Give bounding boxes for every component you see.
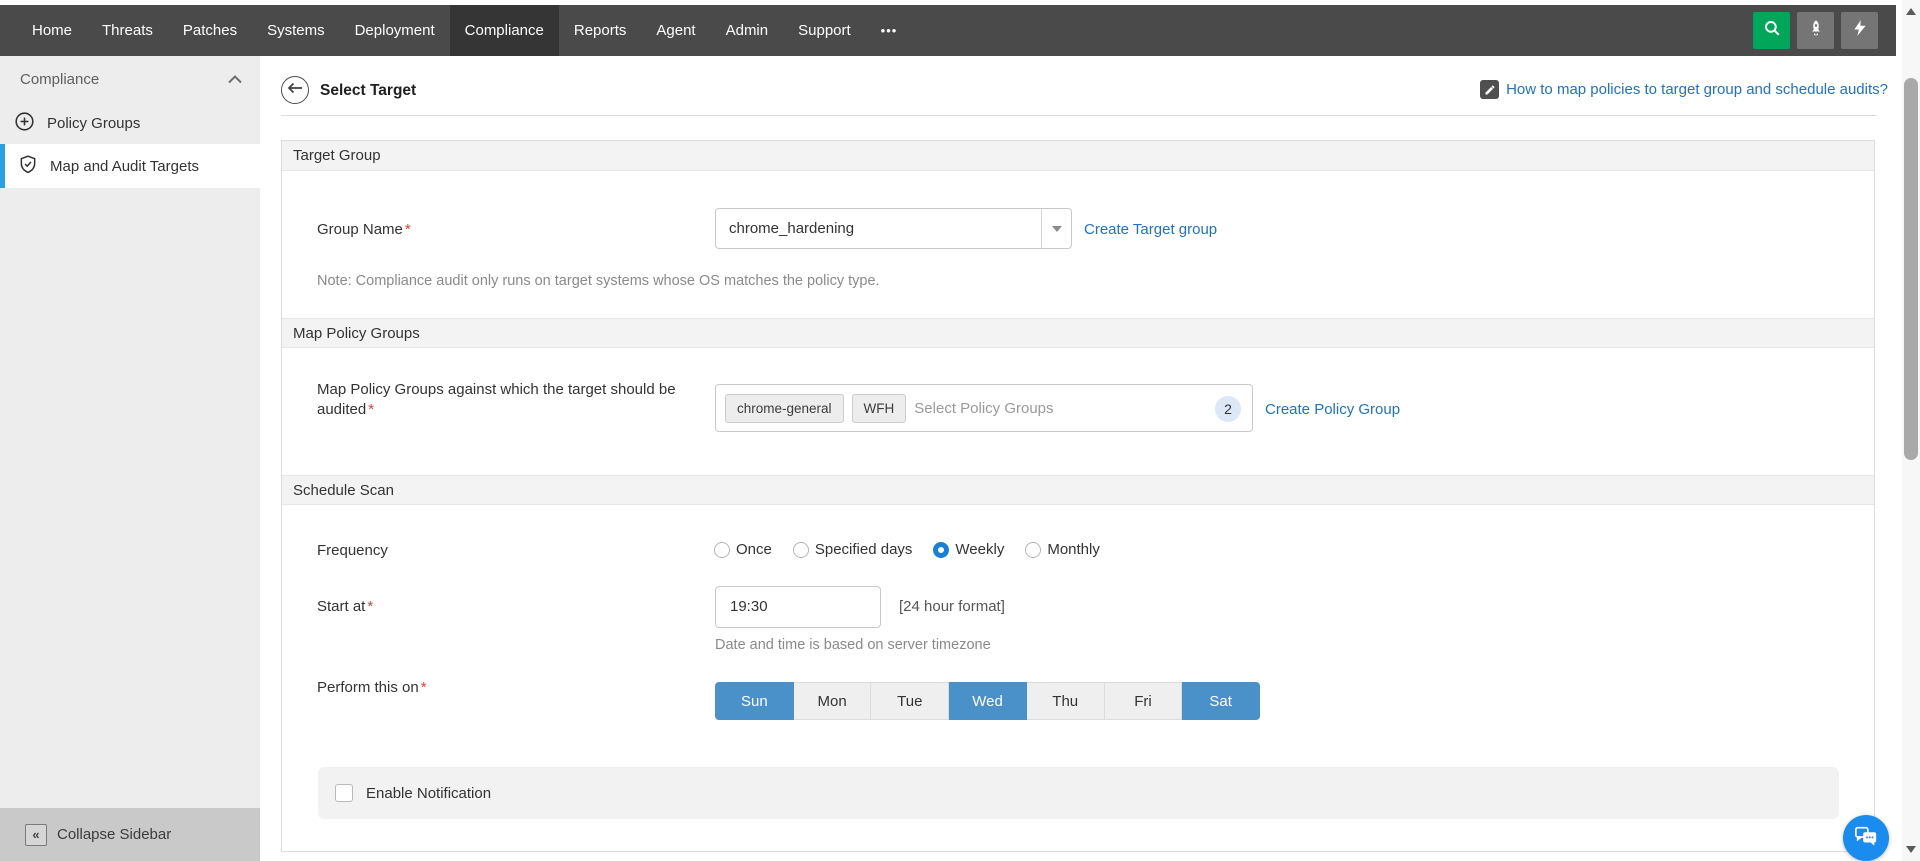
weekday-button-group: Sun Mon Tue Wed Thu Fri Sat xyxy=(715,682,1260,720)
radio-weekly[interactable]: Weekly xyxy=(933,541,1004,558)
enable-notification-label[interactable]: Enable Notification xyxy=(366,785,491,802)
sidebar-header-label: Compliance xyxy=(20,71,99,88)
lightning-icon xyxy=(1851,19,1869,42)
shield-check-icon xyxy=(18,154,38,179)
scroll-down-arrow-icon[interactable] xyxy=(1906,846,1916,853)
radio-circle-icon xyxy=(1025,542,1041,558)
chat-button[interactable] xyxy=(1843,815,1889,861)
perform-this-on-label: Perform this on* xyxy=(317,679,427,696)
nav-item-threats[interactable]: Threats xyxy=(87,5,168,56)
rocket-icon xyxy=(1807,19,1825,42)
sidebar-item-policy-groups[interactable]: Policy Groups xyxy=(0,102,260,144)
timezone-note: Date and time is based on server timezon… xyxy=(715,637,991,653)
day-button-tue[interactable]: Tue xyxy=(871,682,949,720)
radio-once[interactable]: Once xyxy=(714,541,772,558)
required-asterisk: * xyxy=(367,598,373,615)
collapse-sidebar-button[interactable]: « Collapse Sidebar xyxy=(0,808,260,861)
nav-item-reports[interactable]: Reports xyxy=(559,5,642,56)
scroll-up-arrow-icon[interactable] xyxy=(1906,8,1916,15)
enable-notification-checkbox[interactable] xyxy=(335,784,353,802)
nav-item-agent[interactable]: Agent xyxy=(641,5,710,56)
day-button-fri[interactable]: Fri xyxy=(1105,682,1183,720)
collapse-sidebar-label: Collapse Sidebar xyxy=(57,826,171,843)
radio-specified-days[interactable]: Specified days xyxy=(793,541,913,558)
day-button-wed[interactable]: Wed xyxy=(949,682,1027,720)
map-policy-groups-label: Map Policy Groups against which the targ… xyxy=(317,380,707,420)
search-icon xyxy=(1763,19,1781,42)
top-navbar: Home Threats Patches Systems Deployment … xyxy=(0,5,1896,56)
start-time-input[interactable]: 19:30 xyxy=(715,586,881,628)
main-content: Select Target How to map policies to tar… xyxy=(260,56,1902,861)
section-header-map-policy-groups: Map Policy Groups xyxy=(282,318,1874,348)
collapse-chevrons-icon: « xyxy=(25,824,47,846)
radio-monthly[interactable]: Monthly xyxy=(1025,541,1100,558)
scrollbar[interactable] xyxy=(1902,0,1920,861)
quick-actions-button[interactable] xyxy=(1841,12,1878,49)
day-button-mon[interactable]: Mon xyxy=(794,682,872,720)
plus-circle-icon xyxy=(14,111,35,136)
app-screen: Home Threats Patches Systems Deployment … xyxy=(0,0,1920,861)
chevron-down-icon xyxy=(1052,226,1062,232)
multiselect-placeholder: Select Policy Groups xyxy=(914,400,1053,417)
scrollbar-thumb[interactable] xyxy=(1904,78,1918,460)
chat-bubbles-icon xyxy=(1853,824,1879,853)
required-asterisk: * xyxy=(421,679,427,696)
radio-selected-icon xyxy=(933,542,949,558)
nav-item-systems[interactable]: Systems xyxy=(252,5,340,56)
header-divider xyxy=(281,115,1877,116)
nav-item-support[interactable]: Support xyxy=(783,5,866,56)
nav-item-patches[interactable]: Patches xyxy=(168,5,252,56)
nav-item-home[interactable]: Home xyxy=(17,5,87,56)
sidebar: Compliance Policy Groups Map and Audit T… xyxy=(0,56,260,861)
nav-item-more[interactable]: ••• xyxy=(866,5,913,56)
required-asterisk: * xyxy=(405,221,411,238)
radio-circle-icon xyxy=(793,542,809,558)
section-header-schedule-scan: Schedule Scan xyxy=(282,475,1874,505)
back-button[interactable] xyxy=(281,76,309,104)
section-header-target-group: Target Group xyxy=(282,141,1874,171)
policy-group-chip[interactable]: chrome-general xyxy=(725,394,844,423)
nav-item-admin[interactable]: Admin xyxy=(711,5,784,56)
form-panel: Target Group Group Name* chrome_hardenin… xyxy=(281,140,1875,852)
document-edit-icon xyxy=(1480,80,1499,99)
back-arrow-icon xyxy=(287,81,303,99)
search-button[interactable] xyxy=(1753,12,1790,49)
required-asterisk: * xyxy=(368,401,374,418)
dropdown-caret-button[interactable] xyxy=(1041,209,1071,248)
frequency-label: Frequency xyxy=(317,542,388,559)
sidebar-header[interactable]: Compliance xyxy=(0,56,260,102)
page-title: Select Target xyxy=(320,82,416,100)
time-format-hint: [24 hour format] xyxy=(899,598,1005,615)
navbar-actions xyxy=(1753,12,1878,49)
create-target-group-link[interactable]: Create Target group xyxy=(1084,221,1217,238)
nav-item-compliance[interactable]: Compliance xyxy=(450,5,559,56)
group-name-select[interactable]: chrome_hardening xyxy=(715,208,1072,249)
create-policy-group-link[interactable]: Create Policy Group xyxy=(1265,401,1400,418)
sidebar-item-label: Map and Audit Targets xyxy=(50,158,199,175)
start-at-label: Start at* xyxy=(317,598,373,615)
day-button-sat[interactable]: Sat xyxy=(1182,682,1260,720)
policy-group-chip[interactable]: WFH xyxy=(852,394,907,423)
group-name-label: Group Name* xyxy=(317,221,411,238)
sidebar-item-label: Policy Groups xyxy=(47,115,140,132)
radio-circle-icon xyxy=(714,542,730,558)
launch-button[interactable] xyxy=(1797,12,1834,49)
sidebar-item-map-audit-targets[interactable]: Map and Audit Targets xyxy=(0,144,260,188)
help-link[interactable]: How to map policies to target group and … xyxy=(1480,80,1888,99)
frequency-radio-group: Once Specified days Weekly Monthly xyxy=(714,541,1100,558)
day-button-sun[interactable]: Sun xyxy=(715,682,794,720)
group-name-value: chrome_hardening xyxy=(716,209,1041,248)
selected-count-badge: 2 xyxy=(1215,396,1241,422)
chevron-up-icon xyxy=(228,71,242,88)
help-link-label: How to map policies to target group and … xyxy=(1506,81,1888,98)
policy-groups-multiselect[interactable]: chrome-general WFH Select Policy Groups … xyxy=(715,384,1253,432)
day-button-thu[interactable]: Thu xyxy=(1027,682,1105,720)
target-group-note: Note: Compliance audit only runs on targ… xyxy=(317,273,880,289)
enable-notification-row: Enable Notification xyxy=(318,767,1839,819)
nav-item-deployment[interactable]: Deployment xyxy=(340,5,450,56)
